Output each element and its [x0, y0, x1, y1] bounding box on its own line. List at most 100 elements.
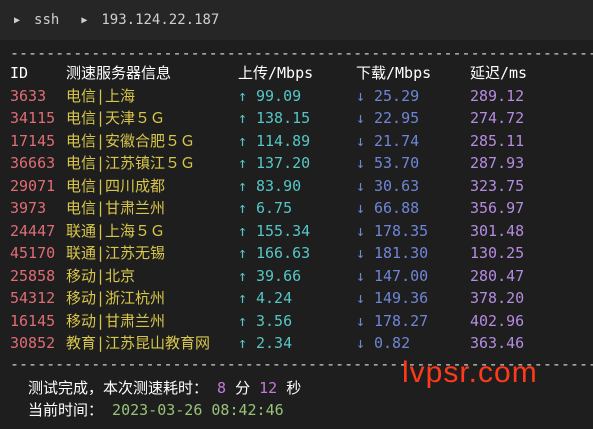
row-latency: 289.12 [470, 86, 525, 105]
down-arrow-icon: ↓ [356, 154, 366, 172]
row-download: ↓ 66.88 [356, 197, 470, 220]
row-server: 电信|甘肃兰州 [66, 199, 166, 217]
row-upload-value: 137.20 [256, 154, 311, 172]
breadcrumb-ssh[interactable]: ssh [34, 12, 59, 28]
row-id: 24447 [10, 221, 56, 240]
row-latency: 285.11 [470, 131, 525, 150]
table-row: 25858 移动|北京 ↑ 39.66 ↓ 147.00 280.47 [10, 265, 593, 288]
table-row: 3973 电信|甘肃兰州 ↑ 6.75 ↓ 66.88 356.97 [10, 197, 593, 220]
row-id: 45170 [10, 244, 56, 262]
row-download-value: 149.36 [374, 289, 429, 307]
up-arrow-icon: ↑ [238, 131, 248, 150]
down-arrow-icon: ↓ [356, 311, 366, 330]
row-upload-value: 99.09 [256, 86, 302, 105]
row-upload-value: 138.15 [256, 109, 311, 127]
row-upload-value: 114.89 [256, 131, 311, 150]
up-arrow-icon: ↑ [238, 86, 248, 105]
row-latency: 274.72 [470, 109, 525, 127]
row-download: ↓ 25.29 [356, 85, 470, 108]
up-arrow-icon: ↑ [238, 221, 248, 240]
row-download: ↓ 181.30 [356, 242, 470, 265]
row-server: 移动|北京 [66, 266, 136, 285]
table-row: 30852 教育|江苏昆山教育网 ↑ 2.34 ↓ 0.82 363.46 [10, 332, 593, 355]
row-id: 17145 [10, 131, 56, 150]
table-body: 3633 电信|上海 ↑ 99.09 ↓ 25.29 289.12 34115 电信|天津５Ｇ ↑… [10, 85, 593, 355]
row-download: ↓ 0.82 [356, 332, 470, 355]
terminal-titlebar: ▶ ssh ▶ 193.124.22.187 [0, 0, 593, 40]
row-upload-value: 166.63 [256, 244, 311, 262]
row-server: 电信|上海 [66, 86, 136, 105]
row-download-value: 0.82 [374, 334, 411, 352]
summary-time: 当前时间： 2023-03-26 08:42:46 [28, 399, 593, 421]
down-arrow-icon: ↓ [356, 221, 366, 240]
row-download-value: 22.95 [374, 109, 420, 127]
table-row: 54312 移动|浙江杭州 ↑ 4.24 ↓ 149.36 378.20 [10, 287, 593, 310]
row-download-value: 53.70 [374, 154, 420, 172]
up-arrow-icon: ↑ [238, 266, 248, 285]
row-download: ↓ 178.35 [356, 220, 470, 243]
row-id: 25858 [10, 266, 56, 285]
summary-finished-label: 测试完成，本次测速耗时： [28, 378, 209, 397]
row-server: 移动|浙江杭州 [66, 289, 166, 307]
row-server: 教育|江苏昆山教育网 [66, 334, 211, 352]
table-row: 24447 联通|上海５Ｇ ↑ 155.34 ↓ 178.35 301.48 [10, 220, 593, 243]
down-arrow-icon: ↓ [356, 334, 366, 352]
header-server: 测速服务器信息 [66, 64, 172, 82]
row-upload-value: 3.56 [256, 311, 293, 330]
up-arrow-icon: ↑ [238, 289, 248, 307]
down-arrow-icon: ↓ [356, 199, 366, 217]
row-download-value: 66.88 [374, 199, 420, 217]
row-download: ↓ 30.63 [356, 175, 470, 198]
row-upload-value: 83.90 [256, 176, 302, 195]
row-upload: ↑ 137.20 [238, 152, 356, 175]
summary-datetime: 2023-03-26 08:42:46 [112, 400, 284, 419]
breadcrumb-arrow-icon: ▶ [81, 14, 88, 26]
breadcrumb-arrow-icon: ▶ [14, 14, 21, 26]
row-latency: 301.48 [470, 221, 525, 240]
row-server: 联通|江苏无锡 [66, 244, 166, 262]
row-id: 16145 [10, 311, 56, 330]
row-download-value: 181.30 [374, 244, 429, 262]
row-upload-value: 155.34 [256, 221, 311, 240]
row-download: ↓ 22.95 [356, 107, 470, 130]
table-row: 34115 电信|天津５Ｇ ↑ 138.15 ↓ 22.95 274.72 [10, 107, 593, 130]
row-latency: 378.20 [470, 289, 525, 307]
row-id: 54312 [10, 289, 56, 307]
row-server: 电信|江苏镇江５Ｇ [66, 154, 196, 172]
row-upload: ↑ 4.24 [238, 287, 356, 310]
row-download-value: 147.00 [374, 266, 429, 285]
header-download: 下载/Mbps [356, 64, 432, 82]
summary-time-label: 当前时间： [28, 400, 104, 419]
row-upload: ↑ 138.15 [238, 107, 356, 130]
table-row: 36663 电信|江苏镇江５Ｇ ↑ 137.20 ↓ 53.70 287.93 [10, 152, 593, 175]
summary-seconds: 12 [259, 378, 278, 397]
divider-top: ----------------------------------------… [10, 44, 593, 62]
watermark-logo: lvpsr.com [402, 356, 538, 389]
table-row: 45170 联通|江苏无锡 ↑ 166.63 ↓ 181.30 130.25 [10, 242, 593, 265]
row-upload: ↑ 99.09 [238, 85, 356, 108]
up-arrow-icon: ↑ [238, 154, 248, 172]
summary-minutes-unit: 分 [235, 378, 251, 397]
down-arrow-icon: ↓ [356, 289, 366, 307]
row-upload: ↑ 83.90 [238, 175, 356, 198]
row-download: ↓ 178.27 [356, 310, 470, 333]
row-server: 电信|天津５Ｇ [66, 109, 166, 127]
table-row: 29071 电信|四川成都 ↑ 83.90 ↓ 30.63 323.75 [10, 175, 593, 198]
row-upload: ↑ 166.63 [238, 242, 356, 265]
up-arrow-icon: ↑ [238, 311, 248, 330]
row-download-value: 21.74 [374, 131, 420, 150]
table-header: ID 测速服务器信息 上传/Mbps 下载/Mbps 延迟/ms [10, 62, 593, 85]
table-row: 3633 电信|上海 ↑ 99.09 ↓ 25.29 289.12 [10, 85, 593, 108]
breadcrumb-host[interactable]: 193.124.22.187 [101, 12, 219, 28]
row-upload-value: 6.75 [256, 199, 293, 217]
down-arrow-icon: ↓ [356, 131, 366, 150]
down-arrow-icon: ↓ [356, 109, 366, 127]
table-row: 17145 电信|安徽合肥５Ｇ ↑ 114.89 ↓ 21.74 285.11 [10, 130, 593, 153]
row-download-value: 30.63 [374, 176, 420, 195]
summary-minutes: 8 [217, 378, 227, 397]
row-id: 36663 [10, 154, 56, 172]
row-upload: ↑ 39.66 [238, 265, 356, 288]
header-latency: 延迟/ms [470, 64, 528, 82]
summary-seconds-unit: 秒 [286, 378, 302, 397]
row-id: 30852 [10, 334, 56, 352]
